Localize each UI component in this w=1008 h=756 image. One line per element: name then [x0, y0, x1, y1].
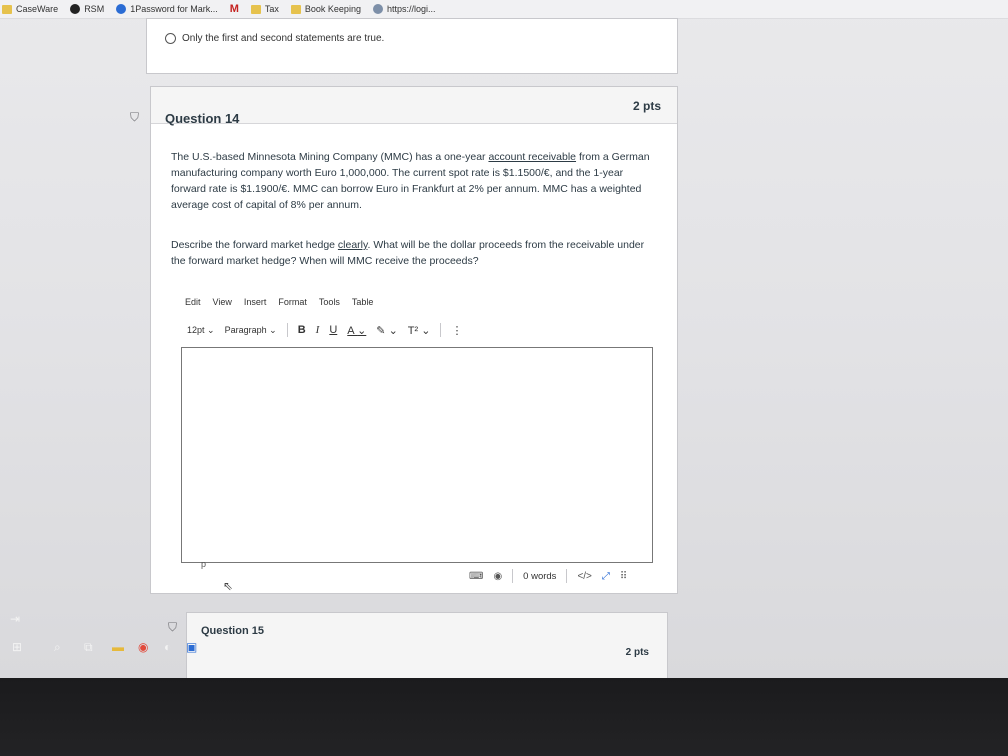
highlight-pen-icon: ✎ — [376, 324, 386, 337]
font-size-select[interactable]: 12pt ⌄ — [187, 325, 215, 336]
previous-question-card: Only the first and second statements are… — [146, 18, 678, 74]
status-divider — [566, 569, 568, 583]
folder-icon — [2, 4, 12, 14]
status-divider — [512, 569, 514, 583]
windows-taskbar: ⇥ ⊞ ⌕ ⧉ ▬ ◉ ◐ ▣ — [0, 600, 210, 678]
expand-arrow-icon[interactable]: ⇥ — [10, 612, 20, 626]
menu-format[interactable]: Format — [278, 297, 307, 307]
glossary-link[interactable]: clearly — [338, 239, 368, 251]
question-header: Question 15 2 pts — [187, 613, 667, 679]
question-text: The U.S.-based Minnesota Mining Company … — [171, 149, 661, 213]
mouse-cursor-icon: ⇖ — [223, 579, 234, 593]
underline-button[interactable]: U — [329, 324, 337, 336]
question-points: 2 pts — [632, 99, 661, 113]
chevron-down-icon: ⌄ — [357, 324, 367, 337]
block-format-select[interactable]: Paragraph ⌄ — [225, 325, 277, 336]
question-prompt: Describe the forward market hedge clearl… — [171, 237, 661, 269]
bookmark-label: Tax — [264, 4, 279, 14]
bookmark-book-keeping[interactable]: Book Keeping — [290, 4, 361, 14]
search-icon[interactable]: ⌕ — [54, 640, 61, 655]
chevron-down-icon: ⌄ — [421, 324, 431, 337]
question-header: Question 14 2 pts — [151, 87, 677, 126]
text-color-button[interactable]: A ⌄ — [347, 324, 366, 337]
superscript-button[interactable]: T² ⌄ — [408, 324, 431, 337]
question-text-part: Describe the forward market hedge — [171, 239, 338, 251]
browser-screen: CaseWare RSM 1Password for Mark... M Tax… — [0, 0, 1008, 679]
question-title: Question 14 — [165, 111, 240, 126]
bookmark-label: 1Password for Mark... — [130, 4, 218, 14]
editor-toolbar: 12pt ⌄ Paragraph ⌄ B I U A ⌄ ✎ ⌄ T² ⌄ ⋮ — [187, 323, 462, 337]
more-options-button[interactable]: ⋮ — [451, 324, 462, 337]
word-count[interactable]: 0 words — [523, 571, 556, 582]
editor-status-bar: ⌨ ◉ 0 words </> ⤢ ⠿ — [469, 569, 627, 583]
text-color-icon: A — [347, 324, 354, 337]
keyboard-icon[interactable]: ⌨ — [469, 571, 483, 582]
rsm-icon — [70, 4, 81, 14]
folder-icon — [290, 4, 301, 14]
highlight-button[interactable]: ✎ ⌄ — [376, 324, 398, 337]
file-explorer-icon[interactable]: ▬ — [112, 640, 124, 654]
onepassword-icon — [116, 4, 127, 14]
italic-button[interactable]: I — [316, 324, 320, 336]
chrome-icon[interactable]: ◉ — [138, 640, 148, 654]
task-view-icon[interactable]: ⧉ — [84, 640, 93, 655]
question-title: Question 15 — [201, 625, 264, 637]
editor-menubar: Edit View Insert Format Tools Table — [185, 297, 373, 307]
bookmarks-bar: CaseWare RSM 1Password for Mark... M Tax… — [0, 0, 1008, 19]
bookmark-label: CaseWare — [16, 4, 59, 14]
question-text-part: The U.S.-based Minnesota Mining Company … — [171, 151, 489, 163]
bookmark-label: RSM — [84, 4, 105, 14]
bookmark-caseware[interactable]: CaseWare — [2, 4, 58, 14]
element-path: p — [201, 559, 207, 569]
chevron-down-icon: ⌄ — [207, 324, 215, 335]
question-points: 2 pts — [625, 647, 649, 658]
flag-question-icon[interactable]: ⛉ — [130, 110, 144, 124]
menu-insert[interactable]: Insert — [244, 297, 267, 307]
chevron-down-icon: ⌄ — [269, 324, 277, 335]
menu-table[interactable]: Table — [352, 297, 374, 307]
monitor-bezel — [0, 678, 1008, 756]
bold-button[interactable]: B — [298, 324, 306, 336]
gmail-icon: M — [229, 3, 239, 15]
bookmark-tax[interactable]: Tax — [250, 4, 279, 14]
fullscreen-icon[interactable]: ⤢ — [602, 571, 610, 582]
accessibility-icon[interactable]: ◉ — [493, 571, 502, 582]
block-format-value: Paragraph — [224, 324, 267, 335]
bookmark-1password[interactable]: 1Password for Mark... — [116, 4, 218, 14]
bookmark-label: https://logi... — [386, 4, 436, 14]
html-editor-toggle[interactable]: </> — [577, 571, 591, 582]
question-14-card: Question 14 2 pts The U.S.-based Minneso… — [150, 86, 678, 594]
menu-view[interactable]: View — [213, 297, 232, 307]
question-15-card: Question 15 2 pts — [186, 612, 668, 679]
bookmark-logi[interactable]: https://logi... — [372, 4, 436, 14]
glossary-link[interactable]: account receivable — [488, 151, 576, 163]
radio-button[interactable] — [165, 33, 176, 44]
superscript-icon: T² — [407, 324, 419, 337]
bookmark-label: Book Keeping — [304, 4, 361, 14]
toolbar-divider — [440, 323, 442, 337]
answer-option-label: Only the first and second statements are… — [182, 33, 385, 44]
windows-start-icon[interactable]: ⊞ — [12, 640, 22, 654]
bookmark-gmail[interactable]: M — [229, 3, 239, 15]
folder-icon — [250, 4, 261, 14]
chevron-down-icon: ⌄ — [388, 324, 398, 337]
word-icon[interactable]: ▣ — [186, 640, 197, 654]
globe-icon — [372, 4, 383, 14]
rich-text-editor[interactable] — [181, 347, 653, 563]
bookmark-rsm[interactable]: RSM — [70, 4, 104, 14]
menu-tools[interactable]: Tools — [319, 297, 340, 307]
menu-edit[interactable]: Edit — [185, 297, 201, 307]
answer-option[interactable]: Only the first and second statements are… — [165, 33, 384, 44]
resize-handle-icon[interactable]: ⠿ — [620, 571, 627, 582]
app-icon[interactable]: ◐ — [164, 640, 171, 654]
toolbar-divider — [286, 323, 288, 337]
font-size-value: 12pt — [187, 324, 205, 335]
